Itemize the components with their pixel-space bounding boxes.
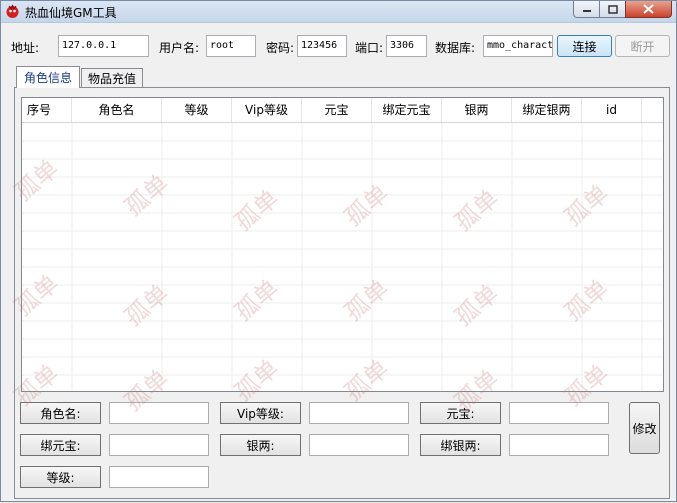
close-button[interactable] (625, 1, 672, 18)
database-input[interactable]: mmo_charact (483, 35, 553, 57)
minimize-button[interactable] (573, 1, 600, 18)
col-header-level[interactable]: 等级 (162, 98, 232, 122)
close-icon (643, 4, 654, 14)
client-area: 地址: 127.0.0.1 用户名: root 密码: 123456 端口: 3… (1, 23, 676, 501)
connect-button[interactable]: 连接 (557, 35, 612, 57)
silver-input[interactable] (309, 434, 409, 456)
col-header-yuanbao[interactable]: 元宝 (302, 98, 372, 122)
window-title: 热血仙境GM工具 (25, 6, 117, 20)
silver-label: 银两: (220, 434, 301, 456)
password-label: 密码: (266, 41, 295, 55)
yuanbao-label: 元宝: (420, 402, 501, 424)
port-label: 端口: (355, 41, 384, 55)
bind-yuanbao-label: 绑元宝: (20, 434, 101, 456)
bind-yuanbao-input[interactable] (109, 434, 209, 456)
modify-button[interactable]: 修改 (629, 402, 660, 454)
title-bar[interactable]: 热血仙境GM工具 (1, 1, 676, 23)
col-header-bind-silver[interactable]: 绑定银两 (512, 98, 582, 122)
table-grid (22, 123, 663, 391)
col-header-bind-yuanbao[interactable]: 绑定元宝 (372, 98, 442, 122)
tab-role-info[interactable]: 角色信息 (16, 66, 80, 88)
main-window: 热血仙境GM工具 地址: 127.0.0.1 用户名: root 密码: 123… (0, 0, 677, 502)
bind-silver-input[interactable] (509, 434, 609, 456)
username-input[interactable]: root (206, 35, 256, 57)
address-input[interactable]: 127.0.0.1 (58, 35, 149, 57)
yuanbao-input[interactable] (509, 402, 609, 424)
col-header-id[interactable]: id (582, 98, 642, 122)
col-header-role-name[interactable]: 角色名 (72, 98, 162, 122)
vip-level-label: Vip等级: (220, 402, 301, 424)
level-label: 等级: (20, 466, 101, 488)
tab-panel-role-info: 序号 角色名 等级 Vip等级 元宝 绑定元宝 银两 绑定银两 id 角色名: … (14, 87, 670, 499)
password-input[interactable]: 123456 (297, 35, 347, 57)
col-header-vip-level[interactable]: Vip等级 (232, 98, 302, 122)
database-label: 数据库: (435, 41, 476, 55)
role-name-label: 角色名: (20, 402, 101, 424)
maximize-icon (607, 4, 618, 14)
address-label: 地址: (11, 41, 40, 55)
tab-item-recharge[interactable]: 物品充值 (81, 68, 143, 88)
col-header-silver[interactable]: 银两 (442, 98, 512, 122)
minimize-icon (582, 10, 591, 12)
level-input[interactable] (109, 466, 209, 488)
vip-level-input[interactable] (309, 402, 409, 424)
table-header: 序号 角色名 等级 Vip等级 元宝 绑定元宝 银两 绑定银两 id (22, 98, 663, 123)
port-input[interactable]: 3306 (386, 35, 427, 57)
disconnect-button[interactable]: 断开 (615, 35, 670, 57)
app-icon (6, 4, 19, 18)
maximize-button[interactable] (599, 1, 626, 18)
username-label: 用户名: (159, 41, 200, 55)
col-header-index[interactable]: 序号 (22, 98, 72, 122)
role-name-input[interactable] (109, 402, 209, 424)
role-table[interactable]: 序号 角色名 等级 Vip等级 元宝 绑定元宝 银两 绑定银两 id (21, 97, 664, 392)
bind-silver-label: 绑银两: (420, 434, 501, 456)
